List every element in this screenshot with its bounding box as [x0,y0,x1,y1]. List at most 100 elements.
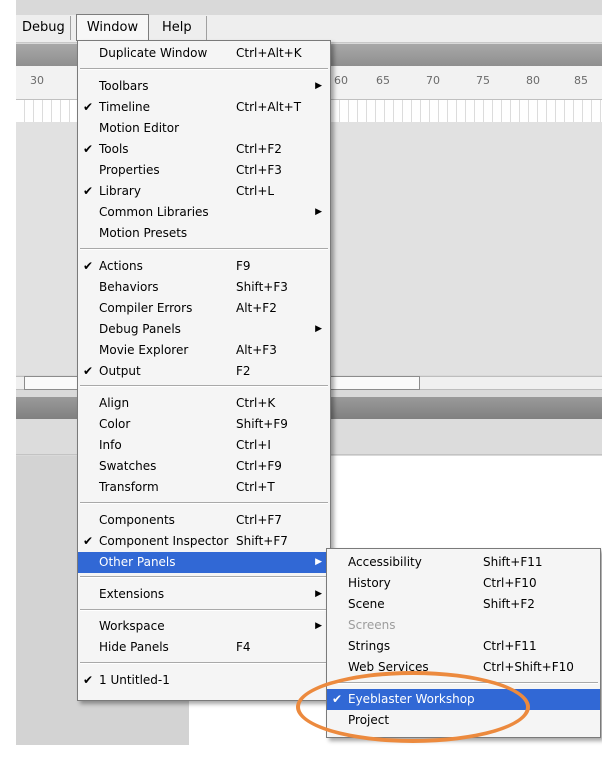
menu-item-shortcut: Shift+F9 [236,417,288,431]
menu-item-label: Color [99,417,131,431]
menu-item-label: Transform [99,480,159,494]
menu-item-other-panels[interactable]: Other Panels ▶ [78,552,330,573]
menu-item-components[interactable]: Components Ctrl+F7 [78,510,330,531]
ruler-tick: 70 [426,74,440,87]
menu-item-shortcut: Ctrl+F11 [483,639,537,653]
menu-item-extensions[interactable]: Extensions ▶ [78,584,330,605]
menu-divider [80,502,328,504]
menu-item-label: Duplicate Window [99,46,208,60]
menu-item-strings[interactable]: Strings Ctrl+F11 [327,636,600,657]
menu-item-label: Screens [348,618,396,632]
menu-item-label: Compiler Errors [99,301,193,315]
menu-item-align[interactable]: Align Ctrl+K [78,393,330,414]
submenu-arrow-icon: ▶ [315,81,322,91]
menu-item-shortcut: Shift+F11 [483,555,543,569]
menu-item-history[interactable]: History Ctrl+F10 [327,573,600,594]
menu-item-component-inspector[interactable]: ✔ Component Inspector Shift+F7 [78,531,330,552]
menu-item-label: Component Inspector [99,534,229,548]
menu-item-shortcut: F9 [236,259,251,273]
menu-item-label: Debug Panels [99,322,181,336]
menu-item-untitled-1[interactable]: ✔ 1 Untitled-1 [78,670,330,691]
menu-item-shortcut: Ctrl+F3 [236,163,282,177]
menu-item-label: Motion Presets [99,226,188,240]
menu-item-properties[interactable]: Properties Ctrl+F3 [78,160,330,181]
submenu-arrow-icon: ▶ [315,207,322,217]
menu-item-shortcut: Ctrl+F9 [236,459,282,473]
menu-item-shortcut: Ctrl+T [236,480,275,494]
menu-item-swatches[interactable]: Swatches Ctrl+F9 [78,456,330,477]
menu-item-label: Hide Panels [99,640,169,654]
ruler-tick: 75 [476,74,490,87]
checkmark-icon: ✔ [83,142,94,156]
menu-item-debug-panels[interactable]: Debug Panels ▶ [78,319,330,340]
menu-item-label: 1 Untitled-1 [99,673,170,687]
menu-item-label: Library [99,184,141,198]
checkmark-icon: ✔ [83,673,94,687]
menu-item-duplicate-window[interactable]: Duplicate Window Ctrl+Alt+K [78,43,330,64]
menu-item-label: Align [99,396,130,410]
menu-divider [80,662,328,664]
menu-item-accessibility[interactable]: Accessibility Shift+F11 [327,552,600,573]
menu-divider [80,248,328,250]
ruler-tick: 65 [376,74,390,87]
checkmark-icon: ✔ [83,100,94,114]
menu-item-label: Timeline [99,100,151,114]
menu-item-shortcut: Ctrl+Alt+T [236,100,302,114]
menu-item-hide-panels[interactable]: Hide Panels F4 [78,637,330,658]
menu-debug[interactable]: Debug [16,16,71,40]
submenu-arrow-icon: ▶ [315,589,322,599]
menu-item-compiler-errors[interactable]: Compiler Errors Alt+F2 [78,298,330,319]
checkmark-icon: ✔ [83,364,94,378]
submenu-arrow-icon: ▶ [315,621,322,631]
menu-item-shortcut: F4 [236,640,251,654]
menu-item-motion-editor[interactable]: Motion Editor [78,118,330,139]
menu-item-label: Movie Explorer [99,343,189,357]
menu-item-shortcut: Shift+F2 [483,597,535,611]
ruler-tick: 60 [334,74,348,87]
menu-item-label: Scene [348,597,385,611]
menu-separator [70,16,71,40]
menu-item-label: Workspace [99,619,165,633]
menu-item-actions[interactable]: ✔ Actions F9 [78,256,330,277]
menu-help[interactable]: Help [156,16,198,40]
highlight-circle-annotation [296,671,530,743]
menu-item-shortcut: Alt+F3 [236,343,277,357]
menu-item-info[interactable]: Info Ctrl+I [78,435,330,456]
menu-item-label: Extensions [99,587,165,601]
menu-item-output[interactable]: ✔ Output F2 [78,361,330,382]
menu-item-scene[interactable]: Scene Shift+F2 [327,594,600,615]
menu-item-label: Other Panels [99,555,176,569]
menu-item-color[interactable]: Color Shift+F9 [78,414,330,435]
checkmark-icon: ✔ [83,534,94,548]
menu-window[interactable]: Window [76,14,149,41]
ruler-tick: 30 [30,74,44,87]
menu-item-transform[interactable]: Transform Ctrl+T [78,477,330,498]
menu-item-motion-presets[interactable]: Motion Presets [78,223,330,244]
menu-item-shortcut: Shift+F7 [236,534,288,548]
menu-item-label: Motion Editor [99,121,180,135]
bottom-edge [0,745,602,758]
menu-item-timeline[interactable]: ✔ Timeline Ctrl+Alt+T [78,97,330,118]
menu-item-toolbars[interactable]: Toolbars ▶ [78,76,330,97]
menu-item-shortcut: Ctrl+I [236,438,271,452]
menu-item-shortcut: Ctrl+F10 [483,576,537,590]
menu-separator [206,16,207,40]
menu-item-screens: Screens [327,615,600,636]
menu-item-movie-explorer[interactable]: Movie Explorer Alt+F3 [78,340,330,361]
menu-divider [80,385,328,387]
menu-item-shortcut: Shift+F3 [236,280,288,294]
menu-item-shortcut: F2 [236,364,251,378]
menu-item-workspace[interactable]: Workspace ▶ [78,616,330,637]
menu-item-label: Swatches [99,459,157,473]
menu-item-shortcut: Ctrl+L [236,184,275,198]
menu-item-behaviors[interactable]: Behaviors Shift+F3 [78,277,330,298]
menu-item-common-libraries[interactable]: Common Libraries ▶ [78,202,330,223]
submenu-arrow-icon: ▶ [315,324,322,334]
menu-divider [80,576,328,578]
menu-item-tools[interactable]: ✔ Tools Ctrl+F2 [78,139,330,160]
menu-item-label: Common Libraries [99,205,209,219]
menu-divider [80,68,328,70]
menu-item-library[interactable]: ✔ Library Ctrl+L [78,181,330,202]
menu-item-label: Info [99,438,122,452]
menu-item-label: Strings [348,639,391,653]
